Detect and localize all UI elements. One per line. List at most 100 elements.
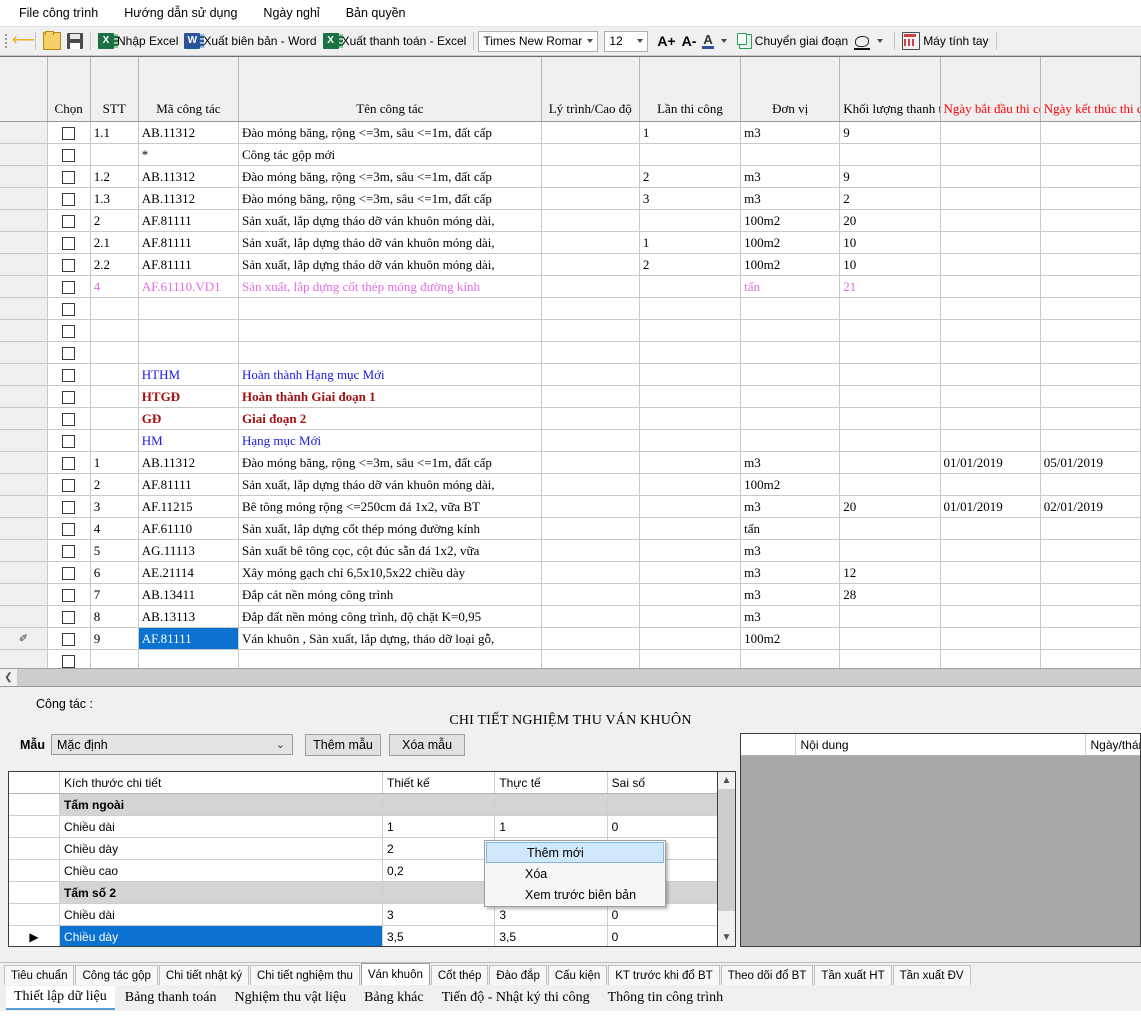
cell-ly[interactable]	[541, 342, 639, 364]
cell-bd[interactable]	[940, 210, 1040, 232]
cell-ly[interactable]	[541, 496, 639, 518]
cell-dv[interactable]: 100m2	[741, 628, 840, 650]
cell-dv[interactable]	[741, 342, 840, 364]
cell-bd[interactable]	[940, 122, 1040, 144]
checkbox[interactable]	[62, 523, 75, 536]
grid-col-header-9[interactable]: Ngày bắt đầu thi công	[940, 57, 1040, 122]
row-checkbox-cell[interactable]	[47, 320, 90, 342]
checkbox[interactable]	[62, 567, 75, 580]
cell-dv[interactable]	[741, 386, 840, 408]
row-checkbox-cell[interactable]	[47, 276, 90, 298]
grid-col-header-4[interactable]: Tên công tác	[239, 57, 542, 122]
cell-ly[interactable]	[541, 188, 639, 210]
table-row[interactable]: 2AF.81111Sản xuất, lắp dựng tháo dỡ ván …	[0, 474, 1141, 496]
table-row[interactable]: GĐGiai đoạn 2	[0, 408, 1141, 430]
cell-ma[interactable]: AF.61110	[138, 518, 238, 540]
row-checkbox-cell[interactable]	[47, 122, 90, 144]
context-menu-item-1[interactable]: Xóa	[485, 863, 665, 884]
cell-ten[interactable]: Hoàn thành Hạng mục Mới	[239, 364, 542, 386]
cell-ten[interactable]: Hạng mục Mới	[239, 430, 542, 452]
notes-col-header-1[interactable]: Nội dung	[795, 734, 1085, 756]
cell-kt[interactable]	[1040, 232, 1140, 254]
row-indicator[interactable]	[0, 540, 47, 562]
cell-ma[interactable]	[138, 298, 238, 320]
cell-ten[interactable]: Ván khuôn , Sản xuất, lắp dựng, tháo dỡ …	[239, 628, 542, 650]
cell-ly[interactable]	[541, 408, 639, 430]
cell-kt[interactable]	[1040, 276, 1140, 298]
cell-ma[interactable]: AF.11215	[138, 496, 238, 518]
calculator-button[interactable]: Máy tính tay	[899, 30, 991, 52]
cell-bd[interactable]	[940, 144, 1040, 166]
cell-lan[interactable]: 3	[639, 188, 740, 210]
row-indicator[interactable]	[0, 188, 47, 210]
row-checkbox-cell[interactable]	[47, 166, 90, 188]
checkbox[interactable]	[62, 259, 75, 272]
cell-ma[interactable]: AB.13411	[138, 584, 238, 606]
cell-lan[interactable]	[639, 628, 740, 650]
row-checkbox-cell[interactable]	[47, 496, 90, 518]
inner-tab-2[interactable]: Chi tiết nhật ký	[159, 965, 249, 985]
detail-cell-ss[interactable]: 0	[607, 816, 719, 838]
table-row[interactable]: 2.2AF.81111Sản xuất, lắp dựng tháo dỡ vá…	[0, 254, 1141, 276]
cell-kl[interactable]	[840, 606, 940, 628]
detail-row-indicator[interactable]	[9, 860, 60, 882]
row-indicator[interactable]	[0, 584, 47, 606]
cell-bd[interactable]	[940, 166, 1040, 188]
detail-cell-ss[interactable]: 0	[607, 926, 719, 948]
cell-ma[interactable]: AF.81111	[138, 628, 238, 650]
detail-cell-tk[interactable]: 3,5	[383, 926, 495, 948]
cell-bd[interactable]	[940, 474, 1040, 496]
open-file-button[interactable]	[40, 30, 64, 52]
cell-kt[interactable]	[1040, 562, 1140, 584]
cell-lan[interactable]	[639, 342, 740, 364]
detail-cell-label[interactable]: Chiều cao	[60, 860, 383, 882]
cell-kl[interactable]	[840, 628, 940, 650]
inner-tab-8[interactable]: KT trước khi đổ BT	[608, 965, 719, 985]
work-items-grid[interactable]: ChọnSTTMã công tácTên công tácLý trình/C…	[0, 56, 1141, 686]
detail-cell-tt[interactable]: 1	[495, 816, 607, 838]
cell-stt[interactable]: 1.2	[90, 166, 138, 188]
row-indicator[interactable]	[0, 474, 47, 496]
row-indicator[interactable]	[0, 496, 47, 518]
cell-ten[interactable]: Sản xuất, lắp dựng cốt thép móng đường k…	[239, 518, 542, 540]
cell-dv[interactable]: 100m2	[741, 232, 840, 254]
checkbox[interactable]	[62, 655, 75, 668]
cell-bd[interactable]	[940, 254, 1040, 276]
cell-ly[interactable]	[541, 562, 639, 584]
cell-lan[interactable]	[639, 144, 740, 166]
cell-kl[interactable]: 20	[840, 496, 940, 518]
cell-ten[interactable]: Sản xuất, lắp dựng tháo dỡ ván khuôn món…	[239, 254, 542, 276]
context-menu[interactable]: Thêm mớiXóaXem trước biên bản	[484, 840, 666, 907]
undo-button[interactable]: ⟵	[9, 30, 31, 52]
checkbox[interactable]	[62, 281, 75, 294]
cell-kl[interactable]: 2	[840, 188, 940, 210]
cell-ly[interactable]	[541, 518, 639, 540]
cell-bd[interactable]: 01/01/2019	[940, 452, 1040, 474]
checkbox[interactable]	[62, 237, 75, 250]
cell-stt[interactable]: 2	[90, 474, 138, 496]
font-color-button[interactable]: A	[699, 30, 733, 52]
cell-ma[interactable]: AB.13113	[138, 606, 238, 628]
cell-kt[interactable]	[1040, 408, 1140, 430]
cell-lan[interactable]	[639, 518, 740, 540]
cell-kl[interactable]	[840, 342, 940, 364]
cell-lan[interactable]	[639, 408, 740, 430]
cell-ten[interactable]	[239, 298, 542, 320]
row-indicator[interactable]	[0, 122, 47, 144]
row-checkbox-cell[interactable]	[47, 540, 90, 562]
inner-tab-3[interactable]: Chi tiết nghiệm thu	[250, 965, 360, 985]
detail-row-indicator[interactable]	[9, 794, 60, 816]
inner-tab-1[interactable]: Công tác gộp	[75, 965, 157, 985]
table-row[interactable]: 7AB.13411Đắp cát nền móng công trìnhm328	[0, 584, 1141, 606]
cell-ly[interactable]	[541, 474, 639, 496]
cell-lan[interactable]: 1	[639, 232, 740, 254]
cell-kt[interactable]	[1040, 166, 1140, 188]
cell-ly[interactable]	[541, 166, 639, 188]
cell-kt[interactable]	[1040, 320, 1140, 342]
grid-col-header-2[interactable]: STT	[90, 57, 138, 122]
cell-dv[interactable]	[741, 144, 840, 166]
cell-dv[interactable]: m3	[741, 562, 840, 584]
detail-grid-vertical-scrollbar[interactable]: ▲ ▼	[717, 772, 735, 946]
row-indicator[interactable]	[0, 430, 47, 452]
cell-kl[interactable]: 10	[840, 254, 940, 276]
